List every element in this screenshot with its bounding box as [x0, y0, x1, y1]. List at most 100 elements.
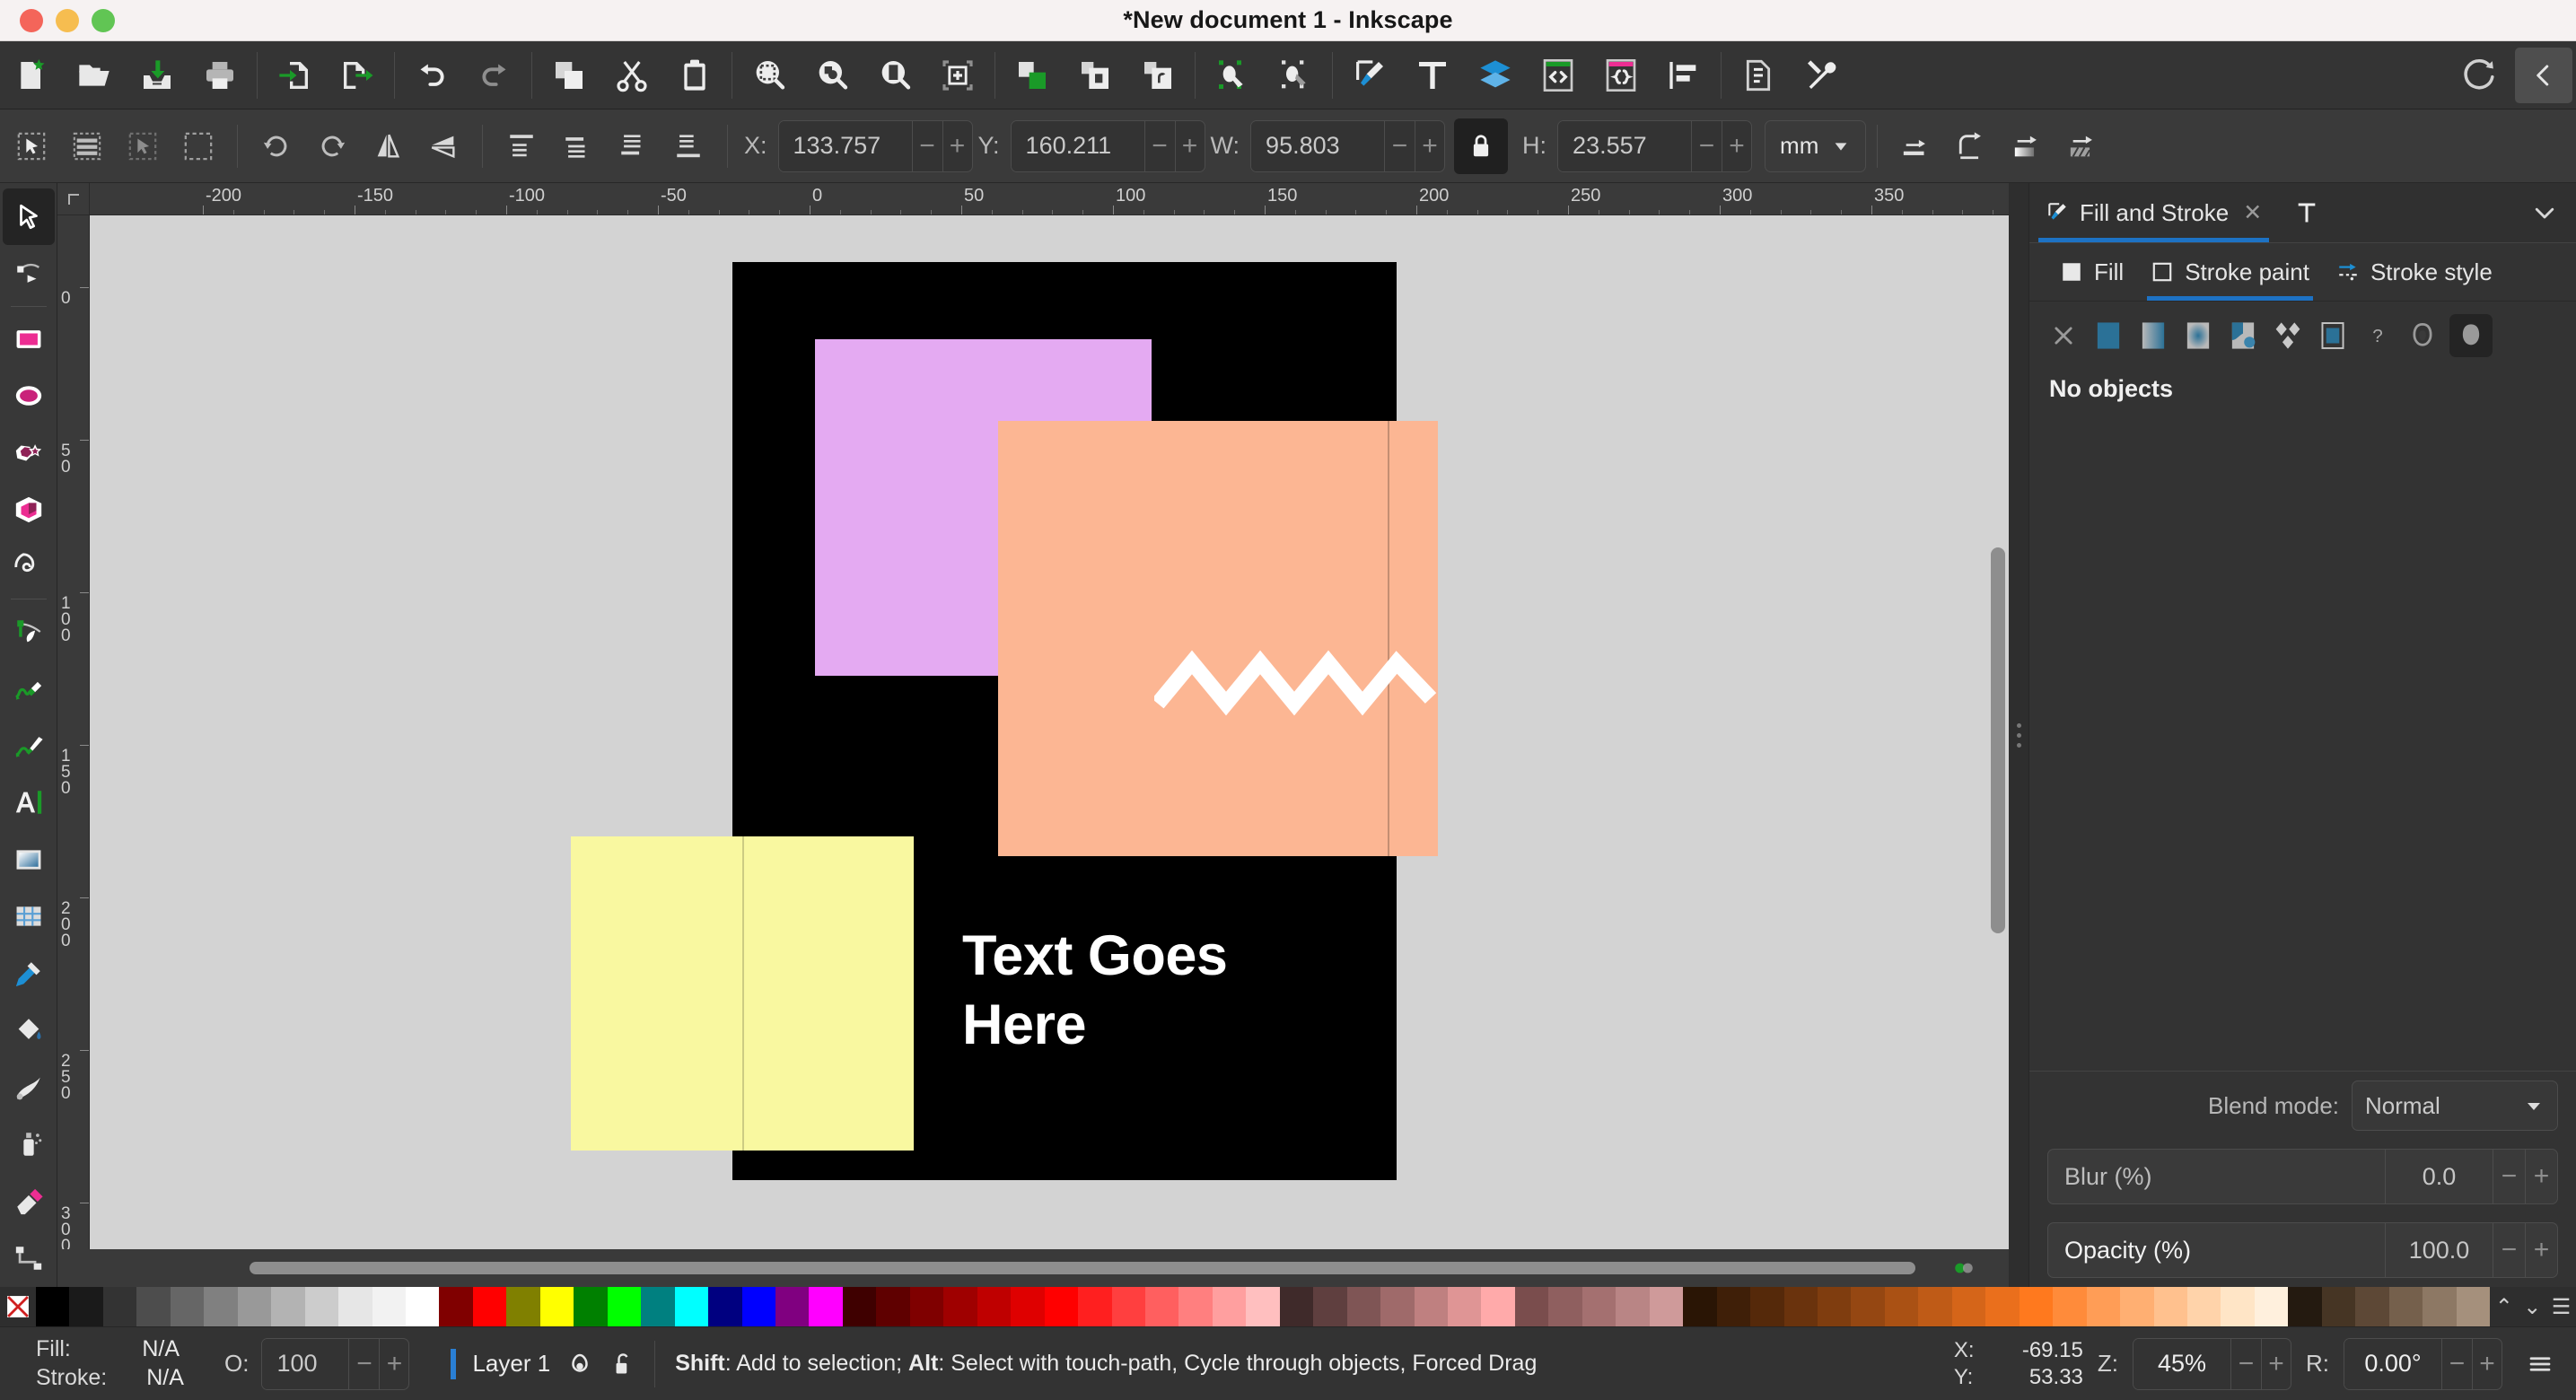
mesh-tool[interactable]: [3, 888, 55, 945]
palette-swatch[interactable]: [1649, 1287, 1684, 1326]
blur-decrement-button[interactable]: −: [2493, 1150, 2525, 1203]
palette-swatch[interactable]: [2086, 1287, 2121, 1326]
subtab-stroke-style[interactable]: Stroke style: [2326, 243, 2503, 301]
palette-swatch[interactable]: [204, 1287, 238, 1326]
blur-field[interactable]: Blur (%) 0.0 − +: [2047, 1149, 2558, 1204]
print-document-button[interactable]: [188, 44, 251, 107]
maximize-window-button[interactable]: [92, 8, 115, 32]
new-page-button[interactable]: [926, 44, 989, 107]
status-opacity-decrement-button[interactable]: −: [349, 1339, 379, 1389]
affect-rounded-corners-button[interactable]: [1944, 118, 2000, 174]
palette-swatch[interactable]: [506, 1287, 540, 1326]
x-field-value[interactable]: 133.757: [778, 120, 912, 171]
palette-swatch[interactable]: [439, 1287, 473, 1326]
palette-swatch[interactable]: [69, 1287, 103, 1326]
palette-swatch[interactable]: [574, 1287, 608, 1326]
canvas-vertical-scrollbar[interactable]: [1991, 547, 2005, 933]
artboard[interactable]: Text Goes Here: [571, 262, 1438, 1180]
palette-none-swatch[interactable]: [0, 1287, 36, 1326]
tweak-tool[interactable]: [3, 1059, 55, 1116]
paint-mesh-gradient-button[interactable]: [2225, 318, 2261, 354]
palette-swatch[interactable]: [2153, 1287, 2187, 1326]
text-and-font-dialog-button[interactable]: [1401, 44, 1464, 107]
preferences-button[interactable]: [1790, 44, 1853, 107]
palette-swatch[interactable]: [1044, 1287, 1079, 1326]
palette-swatch[interactable]: [641, 1287, 675, 1326]
vertical-ruler[interactable]: 0 50 100 150 200 250 300: [57, 215, 90, 1249]
width-increment-button[interactable]: +: [1415, 120, 1444, 171]
palette-scroll-down-button[interactable]: ⌄: [2523, 1294, 2541, 1320]
dock-resize-grip[interactable]: [2009, 183, 2028, 1287]
selector-tool[interactable]: [2, 188, 55, 246]
text-tool[interactable]: [3, 774, 55, 831]
palette-swatch[interactable]: [2456, 1287, 2491, 1326]
palette-swatch[interactable]: [1683, 1287, 1717, 1326]
palette-swatch[interactable]: [674, 1287, 709, 1326]
lower-to-bottom-button[interactable]: [661, 118, 716, 174]
palette-swatch[interactable]: [2221, 1287, 2255, 1326]
affect-patterns-button[interactable]: [2055, 118, 2111, 174]
palette-menu-button[interactable]: ☰: [2552, 1294, 2572, 1320]
x-increment-button[interactable]: +: [942, 120, 972, 171]
palette-swatch[interactable]: [1178, 1287, 1213, 1326]
palette-swatch[interactable]: [741, 1287, 775, 1326]
minimize-window-button[interactable]: [56, 8, 79, 32]
open-document-button[interactable]: [63, 44, 126, 107]
stroke-markers-filled-button[interactable]: [2449, 314, 2493, 357]
gradient-tool[interactable]: [3, 831, 55, 888]
subtab-fill[interactable]: Fill: [2049, 243, 2134, 301]
close-window-button[interactable]: [20, 8, 43, 32]
palette-swatch[interactable]: [1313, 1287, 1347, 1326]
palette-swatch[interactable]: [2288, 1287, 2322, 1326]
palette-swatch-strip[interactable]: [36, 1287, 2491, 1326]
x-field[interactable]: 133.757 − +: [777, 119, 973, 172]
rotate-cw-button[interactable]: [304, 118, 360, 174]
eraser-tool[interactable]: [3, 1173, 55, 1229]
palette-swatch[interactable]: [1951, 1287, 1986, 1326]
document-properties-button[interactable]: [1727, 44, 1790, 107]
stroke-markers-open-button[interactable]: [2405, 318, 2440, 354]
status-opacity-value[interactable]: 100: [262, 1338, 349, 1389]
zoom-page-button[interactable]: [863, 44, 926, 107]
opacity-value[interactable]: 100.0: [2385, 1223, 2493, 1277]
palette-swatch[interactable]: [1246, 1287, 1280, 1326]
rotation-increment-button[interactable]: +: [2472, 1338, 2502, 1389]
palette-swatch[interactable]: [405, 1287, 440, 1326]
palette-scroll-up-button[interactable]: ⌃: [2495, 1294, 2513, 1320]
status-opacity-field[interactable]: 100 − +: [261, 1337, 410, 1390]
palette-swatch[interactable]: [2355, 1287, 2389, 1326]
palette-swatch[interactable]: [2053, 1287, 2087, 1326]
palette-swatch[interactable]: [1380, 1287, 1415, 1326]
palette-swatch[interactable]: [1514, 1287, 1549, 1326]
zoom-out-button[interactable]: −: [2231, 1339, 2261, 1389]
blur-increment-button[interactable]: +: [2525, 1150, 2557, 1203]
palette-swatch[interactable]: [1212, 1287, 1247, 1326]
duplicate-button[interactable]: [1001, 44, 1064, 107]
cut-button[interactable]: [600, 44, 663, 107]
y-decrement-button[interactable]: −: [1145, 121, 1175, 171]
palette-swatch[interactable]: [304, 1287, 339, 1326]
palette-swatch[interactable]: [1346, 1287, 1381, 1326]
copy-button[interactable]: [538, 44, 600, 107]
spiral-tool[interactable]: [3, 538, 55, 595]
palette-swatch[interactable]: [708, 1287, 742, 1326]
x-decrement-button[interactable]: −: [913, 121, 942, 171]
flip-horizontal-button[interactable]: [360, 118, 416, 174]
pen-tool[interactable]: [3, 603, 55, 660]
y-increment-button[interactable]: +: [1174, 120, 1205, 171]
ungroup-button[interactable]: [1126, 44, 1189, 107]
palette-swatch[interactable]: [1078, 1287, 1112, 1326]
selectors-dialog-button[interactable]: [1590, 44, 1652, 107]
palette-swatch[interactable]: [842, 1287, 877, 1326]
palette-swatch[interactable]: [1548, 1287, 1582, 1326]
select-all-layers-button[interactable]: [59, 118, 115, 174]
paint-bucket-tool[interactable]: [3, 1002, 55, 1059]
palette-swatch[interactable]: [1111, 1287, 1145, 1326]
palette-swatch[interactable]: [2120, 1287, 2154, 1326]
palette-swatch[interactable]: [1616, 1287, 1650, 1326]
palette-swatch[interactable]: [2423, 1287, 2457, 1326]
zoom-field[interactable]: 45% − +: [2133, 1337, 2291, 1390]
palette-swatch[interactable]: [338, 1287, 372, 1326]
paint-swatch-button[interactable]: [2315, 318, 2351, 354]
new-document-button[interactable]: [0, 44, 63, 107]
